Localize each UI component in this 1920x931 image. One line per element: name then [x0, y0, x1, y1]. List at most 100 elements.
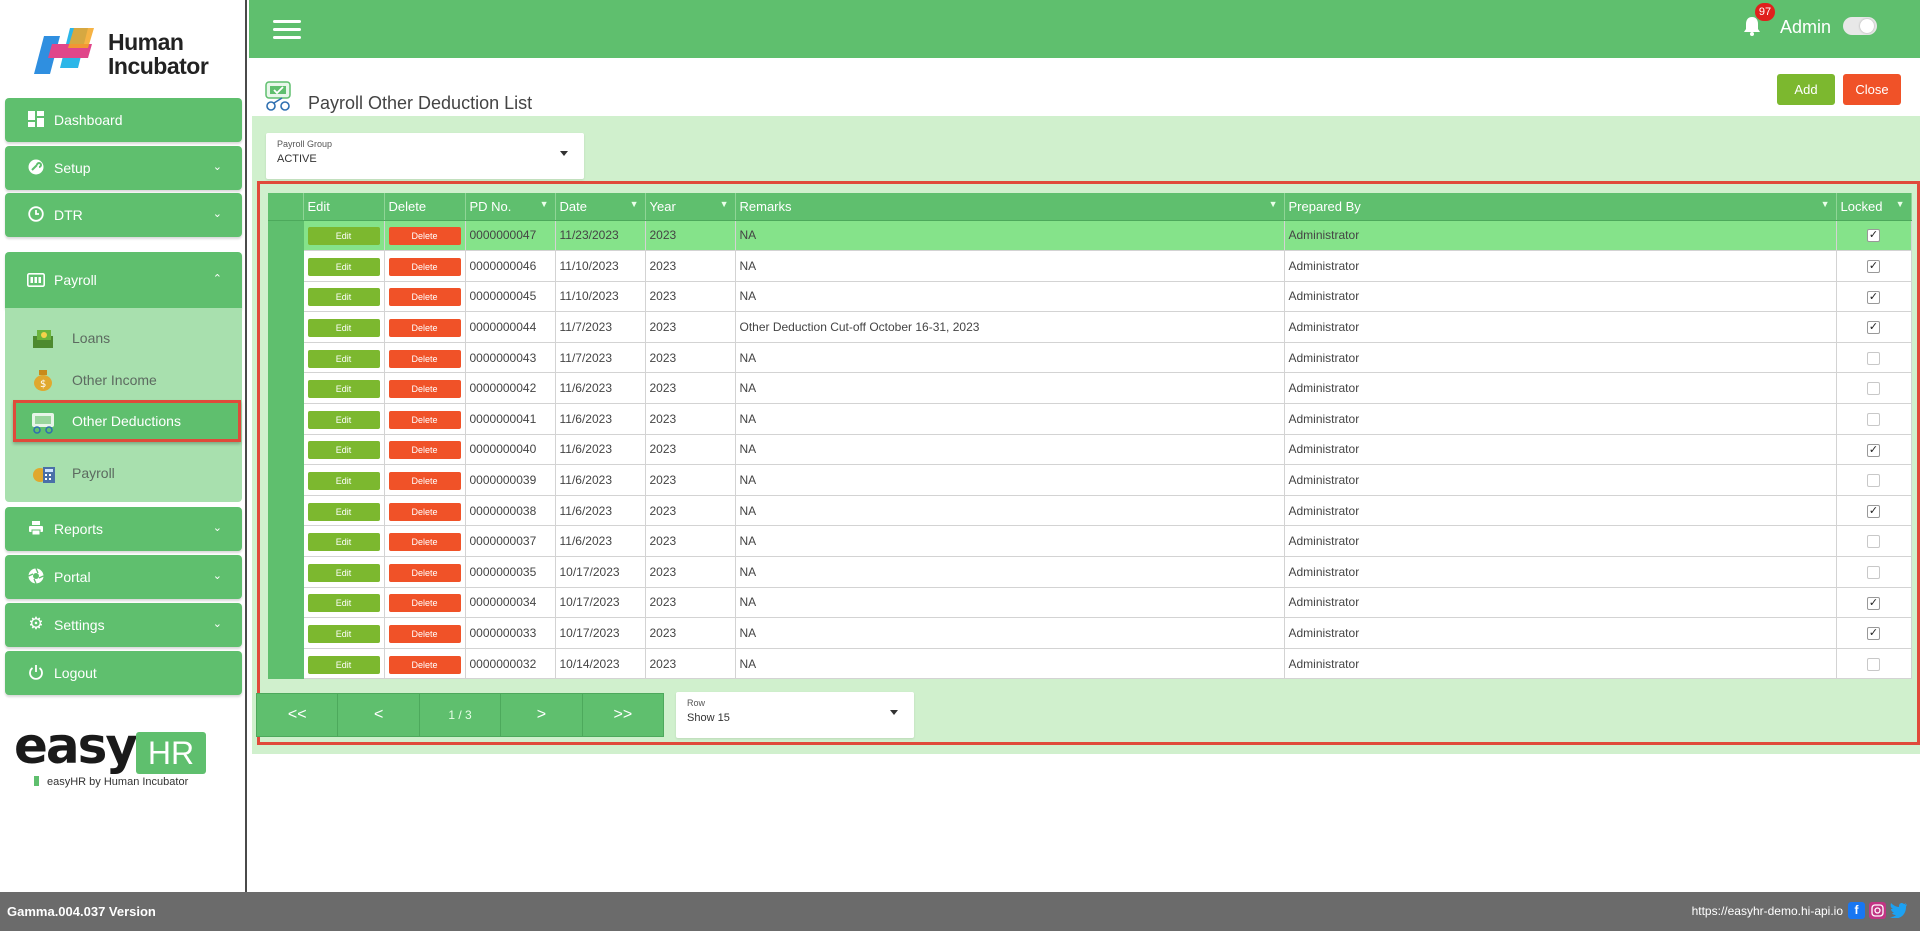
table-row[interactable]: Edit Delete 0000000041 11/6/2023 2023 NA Admin… — [268, 403, 1912, 435]
delete-button[interactable]: Delete — [388, 563, 461, 582]
theme-toggle[interactable] — [1843, 17, 1877, 35]
row-selector[interactable] — [268, 220, 304, 252]
human-incubator-logo[interactable]: Human Incubator — [34, 24, 224, 80]
row-selector[interactable] — [268, 311, 304, 343]
delete-button[interactable]: Delete — [388, 288, 461, 307]
filter-icon[interactable]: ▼ — [720, 199, 729, 209]
locked-checkbox[interactable]: ✓ — [1867, 260, 1880, 274]
filter-icon[interactable]: ▼ — [540, 199, 549, 209]
table-row[interactable]: Edit Delete 0000000042 11/6/2023 2023 NA Admin… — [268, 372, 1912, 405]
row-selector[interactable] — [268, 434, 304, 466]
delete-button[interactable]: Delete — [388, 319, 461, 338]
add-button[interactable]: Add — [1777, 74, 1835, 105]
submenu-item-other-income[interactable]: $ Other Income — [5, 360, 242, 400]
column-header-date[interactable]: Date ▼ — [555, 193, 646, 221]
edit-button[interactable]: Edit — [307, 594, 380, 613]
locked-checkbox[interactable]: ✓ — [1867, 290, 1880, 304]
submenu-item-loans[interactable]: Loans — [5, 318, 242, 358]
sidebar-item-settings[interactable]: ⚙ Settings ⌄ — [5, 603, 242, 647]
row-selector[interactable] — [268, 372, 304, 405]
sidebar-item-dtr[interactable]: DTR ⌄ — [5, 193, 242, 237]
footer-url[interactable]: https://easyhr-demo.hi-api.io — [1692, 904, 1843, 918]
sidebar-item-reports[interactable]: Reports ⌄ — [5, 507, 242, 551]
edit-button[interactable]: Edit — [307, 502, 380, 521]
locked-checkbox[interactable]: ✓ — [1867, 229, 1880, 243]
locked-checkbox[interactable]: ✓ — [1867, 504, 1880, 518]
edit-button[interactable]: Edit — [307, 655, 380, 674]
table-row[interactable]: Edit Delete 0000000047 11/23/2023 2023 NA Admi… — [268, 220, 1912, 252]
table-row[interactable]: Edit Delete 0000000044 11/7/2023 2023 Other D… — [268, 311, 1912, 343]
edit-button[interactable]: Edit — [307, 563, 380, 582]
locked-checkbox[interactable]: ✓ — [1867, 321, 1880, 335]
delete-button[interactable]: Delete — [388, 380, 461, 399]
sidebar-item-setup[interactable]: Setup ⌄ — [5, 146, 242, 190]
row-selector[interactable] — [268, 617, 304, 649]
edit-button[interactable]: Edit — [307, 257, 380, 276]
edit-button[interactable]: Edit — [307, 349, 380, 368]
table-row[interactable]: Edit Delete 0000000040 11/6/2023 2023 NA Admin… — [268, 434, 1912, 466]
edit-button[interactable]: Edit — [307, 319, 380, 338]
hamburger-menu-icon[interactable] — [273, 20, 301, 40]
sidebar-item-portal[interactable]: Portal ⌄ — [5, 555, 242, 599]
filter-icon[interactable]: ▼ — [1269, 199, 1278, 209]
locked-checkbox[interactable]: ✓ — [1867, 443, 1880, 457]
locked-checkbox[interactable] — [1867, 657, 1880, 671]
close-button[interactable]: Close — [1843, 74, 1901, 105]
submenu-item-other-deductions[interactable]: Other Deductions — [13, 400, 241, 442]
edit-button[interactable]: Edit — [307, 380, 380, 399]
delete-button[interactable]: Delete — [388, 227, 461, 246]
prev-page-button[interactable]: < — [338, 694, 420, 736]
table-row[interactable]: Edit Delete 0000000046 11/10/2023 2023 NA Admi… — [268, 250, 1912, 282]
user-name[interactable]: Admin — [1780, 17, 1831, 38]
column-header-pd-no[interactable]: PD No. ▼ — [465, 193, 556, 221]
locked-checkbox[interactable] — [1867, 382, 1880, 396]
first-page-button[interactable]: << — [257, 694, 339, 736]
column-header-year[interactable]: Year ▼ — [645, 193, 736, 221]
column-header-remarks[interactable]: Remarks ▼ — [735, 193, 1285, 221]
column-header-delete[interactable]: Delete — [384, 193, 466, 221]
row-selector[interactable] — [268, 281, 304, 313]
edit-button[interactable]: Edit — [307, 533, 380, 552]
row-selector[interactable] — [268, 250, 304, 282]
locked-checkbox[interactable]: ✓ — [1867, 627, 1880, 641]
delete-button[interactable]: Delete — [388, 502, 461, 521]
table-row[interactable]: Edit Delete 0000000037 11/6/2023 2023 NA Admin… — [268, 525, 1912, 558]
locked-checkbox[interactable]: ✓ — [1867, 596, 1880, 610]
row-selector[interactable] — [268, 403, 304, 435]
delete-button[interactable]: Delete — [388, 655, 461, 674]
table-row[interactable]: Edit Delete 0000000038 11/6/2023 2023 NA Admin… — [268, 495, 1912, 527]
edit-button[interactable]: Edit — [307, 227, 380, 246]
filter-icon[interactable]: ▼ — [630, 199, 639, 209]
row-selector[interactable] — [268, 556, 304, 588]
edit-button[interactable]: Edit — [307, 625, 380, 644]
delete-button[interactable]: Delete — [388, 349, 461, 368]
locked-checkbox[interactable] — [1867, 474, 1880, 488]
filter-icon[interactable]: ▼ — [1821, 199, 1830, 209]
column-header-edit[interactable]: Edit — [303, 193, 385, 221]
delete-button[interactable]: Delete — [388, 257, 461, 276]
filter-icon[interactable]: ▼ — [1896, 199, 1905, 209]
edit-button[interactable]: Edit — [307, 288, 380, 307]
facebook-icon[interactable]: f — [1848, 902, 1865, 919]
column-header-prepared-by[interactable]: Prepared By ▼ — [1284, 193, 1837, 221]
table-row[interactable]: Edit Delete 0000000034 10/17/2023 2023 NA Admi… — [268, 587, 1912, 619]
instagram-icon[interactable] — [1869, 902, 1886, 919]
next-page-button[interactable]: > — [501, 694, 583, 736]
table-row[interactable]: Edit Delete 0000000045 11/10/2023 2023 NA Admi… — [268, 281, 1912, 313]
table-row[interactable]: Edit Delete 0000000035 10/17/2023 2023 NA Admi… — [268, 556, 1912, 588]
table-row[interactable]: Edit Delete 0000000043 11/7/2023 2023 NA Admin… — [268, 342, 1912, 374]
row-selector[interactable] — [268, 587, 304, 619]
last-page-button[interactable]: >> — [582, 694, 664, 736]
sidebar-item-dashboard[interactable]: Dashboard — [5, 98, 242, 142]
table-row[interactable]: Edit Delete 0000000039 11/6/2023 2023 NA Admin… — [268, 464, 1912, 496]
edit-button[interactable]: Edit — [307, 472, 380, 491]
delete-button[interactable]: Delete — [388, 594, 461, 613]
row-selector[interactable] — [268, 464, 304, 496]
row-selector[interactable] — [268, 525, 304, 558]
table-row[interactable]: Edit Delete 0000000032 10/14/2023 2023 NA Admi… — [268, 648, 1912, 680]
edit-button[interactable]: Edit — [307, 410, 380, 429]
delete-button[interactable]: Delete — [388, 410, 461, 429]
locked-checkbox[interactable] — [1867, 565, 1880, 579]
twitter-icon[interactable] — [1890, 902, 1907, 919]
delete-button[interactable]: Delete — [388, 441, 461, 460]
